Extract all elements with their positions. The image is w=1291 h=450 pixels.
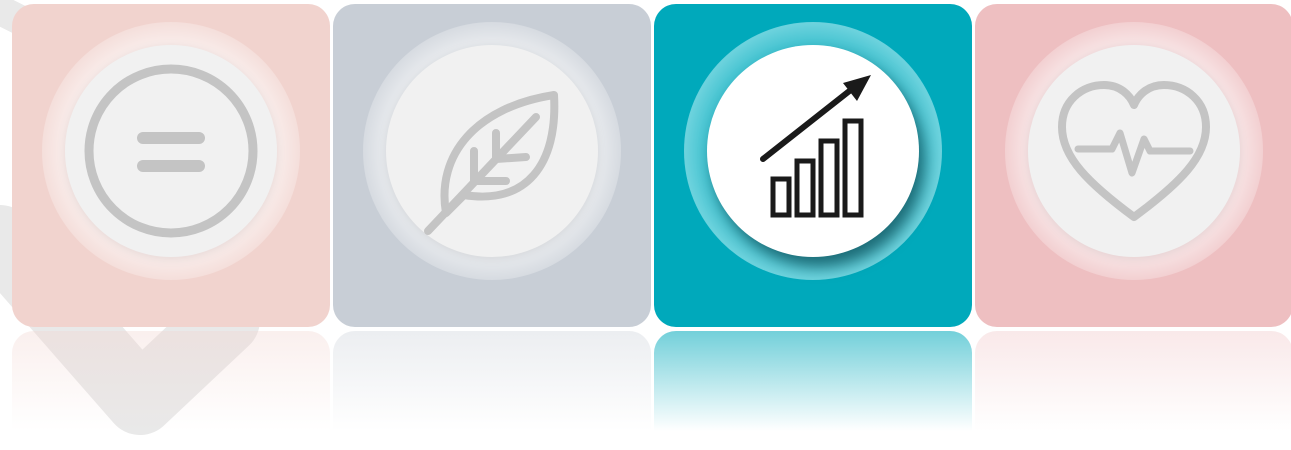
tile-heart-pulse[interactable] (975, 4, 1291, 327)
tile-growth-chart[interactable] (654, 4, 972, 327)
heart-pulse-icon (1058, 81, 1210, 221)
icon-disc (65, 45, 277, 257)
tile-wrapper-growth (654, 4, 972, 444)
icon-disc (707, 45, 919, 257)
equals-icon (84, 64, 258, 238)
tile-reflection (654, 331, 972, 431)
tile-wrapper-heart (975, 4, 1291, 444)
tile-reflection (975, 331, 1291, 431)
icon-disc (1028, 45, 1240, 257)
tile-halo (684, 22, 942, 280)
tile-reflection (333, 331, 651, 431)
growth-chart-icon (760, 75, 871, 218)
tile-wrapper-equals (12, 4, 330, 444)
icon-disc (386, 45, 598, 257)
tile-halo (1005, 22, 1263, 280)
tile-halo (42, 22, 300, 280)
tile-wrapper-leaf (333, 4, 651, 444)
tile-halo (363, 22, 621, 280)
tile-leaf[interactable] (333, 4, 651, 327)
tile-reflection (12, 331, 330, 431)
leaf-icon (424, 91, 559, 235)
feature-tiles (12, 4, 1291, 444)
tile-equals[interactable] (12, 4, 330, 327)
